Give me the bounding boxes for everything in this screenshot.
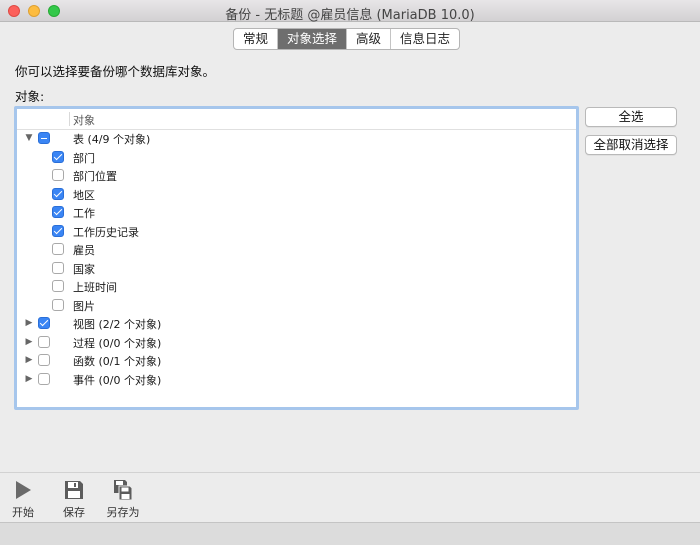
unchecked-checkbox[interactable]: [52, 243, 64, 255]
disclosure-collapsed-icon[interactable]: ▶: [24, 374, 34, 384]
tree-row-label: 部门: [73, 151, 95, 165]
tree-row-label: 视图 (2/2 个对象): [73, 318, 162, 331]
window-title: 备份 - 无标题 @雇员信息 (MariaDB 10.0): [225, 8, 475, 23]
checked-checkbox[interactable]: [52, 187, 64, 200]
disclosure-collapsed-icon[interactable]: ▶: [24, 318, 34, 328]
tab-bar: 常规 对象选择 高级 信息日志: [233, 28, 461, 50]
start-button[interactable]: 开始: [0, 479, 46, 520]
unchecked-checkbox[interactable]: [38, 335, 50, 348]
save-icon: [65, 481, 83, 499]
tree-row-label: 部门位置: [73, 170, 117, 183]
checked-checkbox[interactable]: [52, 150, 64, 163]
tree-header: 对象: [17, 109, 576, 130]
checked-checkbox[interactable]: [52, 206, 64, 218]
tree-row-label: 事件 (0/0 个对象): [73, 373, 162, 387]
mixed-checkbox[interactable]: [38, 132, 50, 144]
tree-group-row[interactable]: ▶ 过程 (0/0 个对象): [17, 334, 576, 353]
tree-item-row[interactable]: 国家: [17, 260, 576, 279]
unchecked-checkbox[interactable]: [52, 261, 64, 274]
unchecked-checkbox[interactable]: [52, 298, 64, 311]
tree-group-row[interactable]: ▼ 表 (4/9 个对象): [17, 130, 576, 149]
tree-row-label: 工作历史记录: [73, 225, 139, 239]
intro-text: 你可以选择要备份哪个数据库对象。: [15, 64, 216, 79]
unchecked-checkbox[interactable]: [38, 372, 50, 385]
play-icon: [16, 481, 31, 499]
tree-item-row[interactable]: 工作历史记录: [17, 223, 576, 242]
tree-item-row[interactable]: 雇员: [17, 241, 576, 260]
disclosure-collapsed-icon[interactable]: ▶: [24, 355, 34, 365]
tab-object-selection[interactable]: 对象选择: [278, 29, 348, 49]
disclosure-collapsed-icon[interactable]: ▶: [24, 337, 34, 347]
tree-row-label: 国家: [73, 262, 95, 276]
tree-group-row[interactable]: ▶ 事件 (0/0 个对象): [17, 371, 576, 390]
save-button[interactable]: 保存: [51, 479, 97, 520]
unchecked-checkbox[interactable]: [52, 280, 64, 292]
tree-row-label: 函数 (0/1 个对象): [73, 355, 162, 368]
tree-row-label: 过程 (0/0 个对象): [73, 336, 162, 350]
disclosure-expanded-icon[interactable]: ▼: [24, 133, 34, 143]
tree-row-label: 图片: [73, 299, 95, 313]
column-header-objects[interactable]: 对象: [73, 112, 95, 128]
checked-checkbox[interactable]: [52, 224, 64, 237]
unchecked-checkbox[interactable]: [38, 354, 50, 366]
header-separator: [69, 112, 70, 126]
tab-advanced[interactable]: 高级: [347, 29, 392, 49]
tab-message-log[interactable]: 信息日志: [391, 29, 459, 49]
save-label: 保存: [63, 506, 85, 519]
unchecked-checkbox[interactable]: [52, 169, 64, 181]
objects-label: 对象:: [15, 89, 45, 104]
save-as-icon: [114, 480, 133, 501]
start-label: 开始: [12, 506, 34, 519]
title-bar: 备份 - 无标题 @雇员信息 (MariaDB 10.0): [0, 0, 700, 23]
tree-item-row[interactable]: 图片: [17, 297, 576, 316]
tree-group-row[interactable]: ▶ 函数 (0/1 个对象): [17, 352, 576, 371]
checked-checkbox[interactable]: [38, 317, 50, 329]
status-bar: [0, 522, 700, 545]
tree-row-label: 上班时间: [73, 281, 117, 294]
tree-item-row[interactable]: 工作: [17, 204, 576, 223]
tree-row-label: 表 (4/9 个对象): [73, 133, 151, 146]
tree-row-label: 地区: [73, 188, 95, 202]
tree-group-row[interactable]: ▶ 视图 (2/2 个对象): [17, 315, 576, 334]
save-as-button[interactable]: 另存为: [100, 479, 146, 520]
tree-item-row[interactable]: 上班时间: [17, 278, 576, 297]
deselect-all-button[interactable]: 全部取消选择: [585, 135, 677, 155]
tree-item-row[interactable]: 地区: [17, 186, 576, 205]
tree-row-label: 雇员: [73, 244, 95, 257]
bottom-toolbar: 开始 保存 另存为: [0, 472, 700, 522]
save-as-label: 另存为: [106, 506, 140, 519]
backup-window: 备份 - 无标题 @雇员信息 (MariaDB 10.0) 常规 对象选择 高级…: [0, 0, 700, 545]
tree-row-label: 工作: [73, 207, 95, 220]
select-all-button[interactable]: 全选: [585, 107, 677, 127]
tree-item-row[interactable]: 部门位置: [17, 167, 576, 186]
tree-item-row[interactable]: 部门: [17, 149, 576, 168]
tab-general[interactable]: 常规: [234, 29, 279, 49]
object-tree[interactable]: 对象 ▼ 表 (4/9 个对象) 部门部门位置地区工作工作历史记录 雇员国家上班时间图…: [14, 106, 579, 410]
